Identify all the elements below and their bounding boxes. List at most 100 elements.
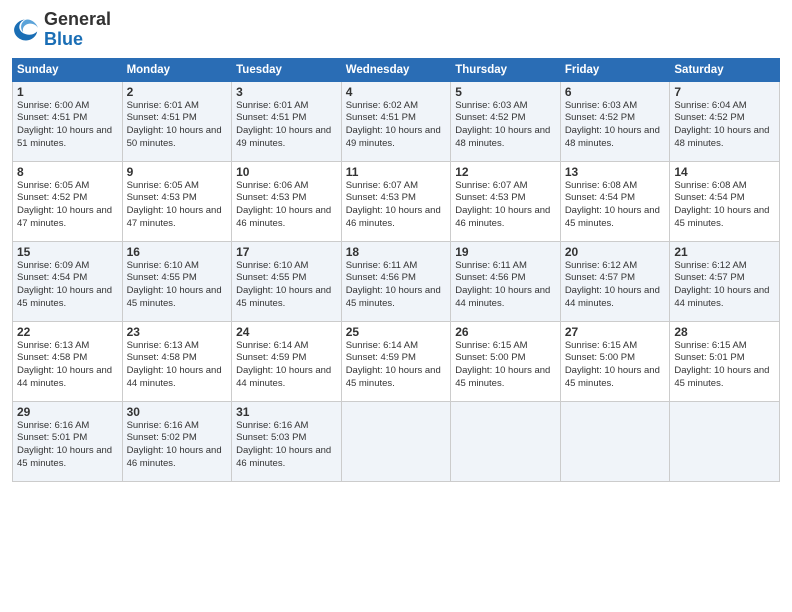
day-number: 3 — [236, 85, 337, 99]
day-number: 16 — [127, 245, 228, 259]
day-cell: 28Sunrise: 6:15 AMSunset: 5:01 PMDayligh… — [670, 321, 780, 401]
header-cell-thursday: Thursday — [451, 58, 561, 81]
day-info: Sunrise: 6:16 AMSunset: 5:01 PMDaylight:… — [17, 420, 112, 469]
day-cell: 30Sunrise: 6:16 AMSunset: 5:02 PMDayligh… — [122, 401, 232, 481]
day-cell — [341, 401, 451, 481]
day-info: Sunrise: 6:11 AMSunset: 4:56 PMDaylight:… — [455, 260, 550, 309]
day-cell: 26Sunrise: 6:15 AMSunset: 5:00 PMDayligh… — [451, 321, 561, 401]
day-cell: 19Sunrise: 6:11 AMSunset: 4:56 PMDayligh… — [451, 241, 561, 321]
day-cell — [451, 401, 561, 481]
day-info: Sunrise: 6:09 AMSunset: 4:54 PMDaylight:… — [17, 260, 112, 309]
day-info: Sunrise: 6:07 AMSunset: 4:53 PMDaylight:… — [346, 180, 441, 229]
day-info: Sunrise: 6:05 AMSunset: 4:53 PMDaylight:… — [127, 180, 222, 229]
day-number: 1 — [17, 85, 118, 99]
week-row-5: 29Sunrise: 6:16 AMSunset: 5:01 PMDayligh… — [13, 401, 780, 481]
header-cell-sunday: Sunday — [13, 58, 123, 81]
day-info: Sunrise: 6:08 AMSunset: 4:54 PMDaylight:… — [674, 180, 769, 229]
day-number: 13 — [565, 165, 666, 179]
day-number: 12 — [455, 165, 556, 179]
logo-text-block: General Blue — [44, 10, 111, 50]
day-number: 22 — [17, 325, 118, 339]
day-number: 20 — [565, 245, 666, 259]
day-cell: 9Sunrise: 6:05 AMSunset: 4:53 PMDaylight… — [122, 161, 232, 241]
day-info: Sunrise: 6:15 AMSunset: 5:00 PMDaylight:… — [565, 340, 660, 389]
header-cell-wednesday: Wednesday — [341, 58, 451, 81]
calendar-table: SundayMondayTuesdayWednesdayThursdayFrid… — [12, 58, 780, 482]
day-info: Sunrise: 6:04 AMSunset: 4:52 PMDaylight:… — [674, 100, 769, 149]
day-info: Sunrise: 6:03 AMSunset: 4:52 PMDaylight:… — [565, 100, 660, 149]
day-cell — [670, 401, 780, 481]
day-number: 19 — [455, 245, 556, 259]
day-number: 8 — [17, 165, 118, 179]
day-number: 7 — [674, 85, 775, 99]
day-info: Sunrise: 6:13 AMSunset: 4:58 PMDaylight:… — [127, 340, 222, 389]
day-cell: 2Sunrise: 6:01 AMSunset: 4:51 PMDaylight… — [122, 81, 232, 161]
page-container: General Blue SundayMondayTuesdayWednesda… — [0, 0, 792, 490]
header-row: SundayMondayTuesdayWednesdayThursdayFrid… — [13, 58, 780, 81]
day-info: Sunrise: 6:12 AMSunset: 4:57 PMDaylight:… — [565, 260, 660, 309]
header: General Blue — [12, 10, 780, 50]
day-cell: 31Sunrise: 6:16 AMSunset: 5:03 PMDayligh… — [232, 401, 342, 481]
header-cell-monday: Monday — [122, 58, 232, 81]
day-info: Sunrise: 6:01 AMSunset: 4:51 PMDaylight:… — [236, 100, 331, 149]
day-cell: 14Sunrise: 6:08 AMSunset: 4:54 PMDayligh… — [670, 161, 780, 241]
day-cell: 15Sunrise: 6:09 AMSunset: 4:54 PMDayligh… — [13, 241, 123, 321]
day-info: Sunrise: 6:15 AMSunset: 5:01 PMDaylight:… — [674, 340, 769, 389]
day-info: Sunrise: 6:00 AMSunset: 4:51 PMDaylight:… — [17, 100, 112, 149]
day-info: Sunrise: 6:07 AMSunset: 4:53 PMDaylight:… — [455, 180, 550, 229]
logo-general: General — [44, 10, 111, 30]
day-number: 15 — [17, 245, 118, 259]
day-info: Sunrise: 6:01 AMSunset: 4:51 PMDaylight:… — [127, 100, 222, 149]
logo: General Blue — [12, 10, 111, 50]
day-info: Sunrise: 6:06 AMSunset: 4:53 PMDaylight:… — [236, 180, 331, 229]
day-cell: 3Sunrise: 6:01 AMSunset: 4:51 PMDaylight… — [232, 81, 342, 161]
day-number: 4 — [346, 85, 447, 99]
day-info: Sunrise: 6:16 AMSunset: 5:03 PMDaylight:… — [236, 420, 331, 469]
day-cell: 5Sunrise: 6:03 AMSunset: 4:52 PMDaylight… — [451, 81, 561, 161]
day-cell: 29Sunrise: 6:16 AMSunset: 5:01 PMDayligh… — [13, 401, 123, 481]
header-cell-tuesday: Tuesday — [232, 58, 342, 81]
day-info: Sunrise: 6:14 AMSunset: 4:59 PMDaylight:… — [346, 340, 441, 389]
day-number: 31 — [236, 405, 337, 419]
day-number: 24 — [236, 325, 337, 339]
week-row-3: 15Sunrise: 6:09 AMSunset: 4:54 PMDayligh… — [13, 241, 780, 321]
day-number: 23 — [127, 325, 228, 339]
day-cell: 10Sunrise: 6:06 AMSunset: 4:53 PMDayligh… — [232, 161, 342, 241]
header-cell-friday: Friday — [560, 58, 670, 81]
day-number: 17 — [236, 245, 337, 259]
day-cell: 17Sunrise: 6:10 AMSunset: 4:55 PMDayligh… — [232, 241, 342, 321]
day-cell: 6Sunrise: 6:03 AMSunset: 4:52 PMDaylight… — [560, 81, 670, 161]
day-cell: 21Sunrise: 6:12 AMSunset: 4:57 PMDayligh… — [670, 241, 780, 321]
day-info: Sunrise: 6:16 AMSunset: 5:02 PMDaylight:… — [127, 420, 222, 469]
day-cell: 23Sunrise: 6:13 AMSunset: 4:58 PMDayligh… — [122, 321, 232, 401]
day-number: 21 — [674, 245, 775, 259]
day-cell: 12Sunrise: 6:07 AMSunset: 4:53 PMDayligh… — [451, 161, 561, 241]
day-number: 18 — [346, 245, 447, 259]
day-info: Sunrise: 6:10 AMSunset: 4:55 PMDaylight:… — [236, 260, 331, 309]
day-cell: 20Sunrise: 6:12 AMSunset: 4:57 PMDayligh… — [560, 241, 670, 321]
week-row-2: 8Sunrise: 6:05 AMSunset: 4:52 PMDaylight… — [13, 161, 780, 241]
day-cell: 25Sunrise: 6:14 AMSunset: 4:59 PMDayligh… — [341, 321, 451, 401]
day-info: Sunrise: 6:11 AMSunset: 4:56 PMDaylight:… — [346, 260, 441, 309]
day-cell: 18Sunrise: 6:11 AMSunset: 4:56 PMDayligh… — [341, 241, 451, 321]
day-number: 11 — [346, 165, 447, 179]
day-info: Sunrise: 6:08 AMSunset: 4:54 PMDaylight:… — [565, 180, 660, 229]
day-info: Sunrise: 6:15 AMSunset: 5:00 PMDaylight:… — [455, 340, 550, 389]
day-number: 30 — [127, 405, 228, 419]
day-info: Sunrise: 6:03 AMSunset: 4:52 PMDaylight:… — [455, 100, 550, 149]
day-cell: 1Sunrise: 6:00 AMSunset: 4:51 PMDaylight… — [13, 81, 123, 161]
day-number: 10 — [236, 165, 337, 179]
day-cell: 8Sunrise: 6:05 AMSunset: 4:52 PMDaylight… — [13, 161, 123, 241]
logo-blue: Blue — [44, 30, 111, 50]
day-number: 26 — [455, 325, 556, 339]
day-info: Sunrise: 6:02 AMSunset: 4:51 PMDaylight:… — [346, 100, 441, 149]
day-number: 5 — [455, 85, 556, 99]
day-number: 27 — [565, 325, 666, 339]
day-number: 25 — [346, 325, 447, 339]
day-cell: 16Sunrise: 6:10 AMSunset: 4:55 PMDayligh… — [122, 241, 232, 321]
day-number: 28 — [674, 325, 775, 339]
week-row-4: 22 Sunrise: 6:13 AMSunset: 4:58 PMDayligh… — [13, 321, 780, 401]
logo-icon — [12, 16, 40, 44]
day-cell — [560, 401, 670, 481]
day-cell: 13Sunrise: 6:08 AMSunset: 4:54 PMDayligh… — [560, 161, 670, 241]
